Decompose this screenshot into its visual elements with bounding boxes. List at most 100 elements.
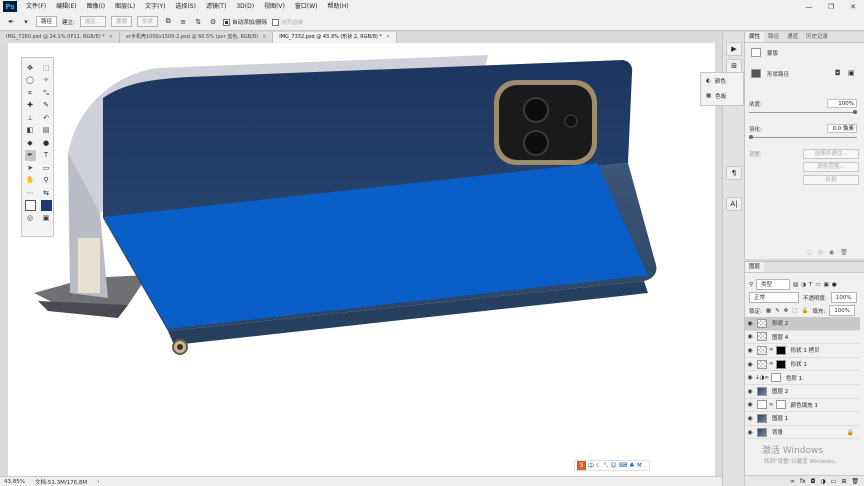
layer-row-shape-2[interactable]: ◉ 形状 2 [745, 317, 860, 331]
lasso-icon[interactable]: ◯ [25, 75, 36, 86]
load-selection-icon[interactable]: ◌ [807, 249, 812, 256]
type-filter-icon[interactable]: T [809, 282, 812, 288]
history-brush-icon[interactable]: ↶ [41, 113, 52, 124]
more-tools-icon[interactable]: ⋯ [25, 188, 36, 199]
gear-icon[interactable]: ⚙ [208, 17, 218, 27]
make-selection-button[interactable]: 选区... [79, 16, 107, 27]
feather-slider-handle[interactable] [749, 135, 753, 139]
layer-kind-filter[interactable]: 类型 [756, 279, 791, 290]
lock-paint-icon[interactable]: ✎ [775, 308, 780, 314]
close-icon[interactable]: × [109, 32, 113, 43]
group-icon[interactable]: ▭ [831, 478, 837, 485]
lock-all-icon[interactable]: 🔒 [801, 308, 808, 314]
play-icon[interactable]: ▶ [726, 42, 742, 56]
menu-edit[interactable]: 编辑(E) [51, 0, 81, 13]
swatches-icon[interactable]: ⊞ [726, 59, 742, 73]
adjustment-filter-icon[interactable]: ◑ [801, 282, 806, 288]
delete-layer-icon[interactable]: 🗑 [851, 478, 859, 485]
menu-select[interactable]: 选择(S) [170, 0, 201, 13]
foreground-color-swatch[interactable] [24, 200, 36, 212]
crop-icon[interactable]: ⌗ [25, 88, 36, 99]
wrench-icon[interactable]: ⚒ [637, 462, 642, 469]
eye-icon[interactable]: ◉ [745, 320, 755, 327]
feather-slider[interactable] [749, 137, 857, 138]
quick-mask-icon[interactable]: ◎ [25, 213, 36, 224]
tab-properties[interactable]: 属性 [745, 32, 765, 42]
dodge-icon[interactable]: ● [41, 138, 52, 149]
close-icon[interactable]: × [262, 32, 266, 43]
tab-history[interactable]: 历史记录 [802, 32, 832, 42]
mode-select[interactable]: 路径 [36, 16, 58, 27]
fill-field[interactable]: 100% [829, 305, 855, 316]
layer-row-color-fill-1[interactable]: ◉ ∞ 颜色填充 1 [745, 399, 860, 413]
add-pixel-mask-icon[interactable]: ◘ [835, 69, 841, 77]
image-filter-icon[interactable]: ▨ [793, 282, 798, 288]
chevron-right-icon[interactable]: › [97, 479, 99, 485]
zoom-level[interactable]: 43.85% [4, 479, 25, 485]
path-alignment-icon[interactable]: ≡ [178, 17, 188, 27]
shape-filter-icon[interactable]: ▭ [815, 282, 820, 288]
blur-icon[interactable]: ◆ [25, 138, 36, 149]
document-canvas[interactable] [8, 43, 715, 476]
apply-mask-icon[interactable]: ◇ [818, 249, 823, 256]
menu-file[interactable]: 文件(F) [21, 0, 51, 13]
close-icon[interactable]: × [386, 32, 390, 43]
layer-row-shape-1-copy[interactable]: ◉ ∞ 形状 1 拷贝 [745, 344, 860, 358]
eye-icon[interactable]: ◉ [745, 429, 755, 436]
layer-row-layer-2[interactable]: ◉ 图层 2 [745, 385, 860, 399]
filter-toggle-icon[interactable]: ● [832, 282, 837, 288]
move-icon[interactable]: ✥ [25, 63, 36, 74]
lock-position-icon[interactable]: ✥ [784, 308, 789, 314]
new-layer-icon[interactable]: ⊞ [841, 478, 846, 485]
rectangle-icon[interactable]: ▭ [41, 163, 52, 174]
brush-icon[interactable]: ✎ [41, 100, 52, 111]
marquee-icon[interactable]: ⬚ [41, 63, 52, 74]
layer-row-shape-1[interactable]: ◉ ∞ 形状 1 [745, 358, 860, 372]
eye-icon[interactable]: ◉ [745, 401, 755, 408]
mask-button[interactable]: 蒙版 [111, 16, 133, 27]
tab-img-7260[interactable]: IMG_7260.psd @ 24.1% (IP11, RGB/8) * × [0, 32, 120, 43]
close-button[interactable]: ✕ [842, 0, 864, 13]
layer-row-layer-1[interactable]: ◉ 图层 1 [745, 412, 860, 426]
keyboard-icon[interactable]: ⌨ [619, 462, 628, 469]
minimize-button[interactable]: — [798, 0, 820, 13]
smart-object-filter-icon[interactable]: ▣ [824, 282, 829, 288]
zoom-icon[interactable]: ⚲ [41, 175, 52, 186]
density-field[interactable]: 100% [827, 99, 857, 108]
lock-pixels-icon[interactable]: ▦ [766, 308, 771, 314]
auto-add-delete-checkbox[interactable] [223, 18, 231, 26]
invert-button[interactable]: 反相 [803, 175, 859, 185]
color-range-button[interactable]: 颜色范围... [803, 162, 859, 172]
density-slider-handle[interactable] [853, 110, 857, 114]
swap-colors-icon[interactable]: ⇆ [41, 188, 52, 199]
adjustment-layer-icon[interactable]: ◑ [820, 478, 825, 485]
hand-icon[interactable]: ✋ [25, 175, 36, 186]
flyout-swatches-item[interactable]: ▦ 色板 [701, 88, 743, 103]
punctuation-icon[interactable]: °, [603, 462, 608, 469]
shape-button[interactable]: 形状 [137, 16, 159, 27]
menu-type[interactable]: 文字(Y) [140, 0, 170, 13]
menu-3d[interactable]: 3D(D) [231, 0, 259, 13]
stamp-icon[interactable]: ⊥ [25, 113, 36, 124]
align-edges-checkbox[interactable] [272, 18, 280, 26]
screen-mode-icon[interactable]: ▣ [41, 213, 52, 224]
background-color-swatch[interactable] [40, 200, 52, 212]
menu-filter[interactable]: 滤镜(T) [201, 0, 231, 13]
flyout-color-item[interactable]: ◐ 颜色 [701, 73, 743, 88]
blend-mode-select[interactable]: 正常 [749, 292, 799, 303]
menu-layer[interactable]: 图层(L) [110, 0, 140, 13]
emoji-icon[interactable]: ☺ [610, 462, 616, 469]
magic-wand-icon[interactable]: ✧ [41, 75, 52, 86]
tab-paths[interactable]: 路径 [764, 32, 783, 42]
add-vector-mask-icon[interactable]: ▣ [848, 69, 855, 77]
tab-xr-phone-case[interactable]: xr手机壳1000x1500-2.psd @ 60.5% (pvr 蓝色, RG… [120, 32, 274, 43]
tab-channels[interactable]: 通道 [783, 32, 802, 42]
path-operations-icon[interactable]: ⧉ [163, 17, 173, 27]
feather-field[interactable]: 0.0 像素 [827, 124, 857, 133]
eraser-icon[interactable]: ◧ [25, 125, 36, 136]
eye-icon[interactable]: ◉ [745, 347, 755, 354]
shape-path-row[interactable]: 形状路径 [749, 69, 789, 78]
tab-layers[interactable]: 图层 [745, 262, 765, 272]
ime-language[interactable]: 中 [588, 461, 594, 470]
skin-icon[interactable]: ♣ [629, 462, 634, 469]
